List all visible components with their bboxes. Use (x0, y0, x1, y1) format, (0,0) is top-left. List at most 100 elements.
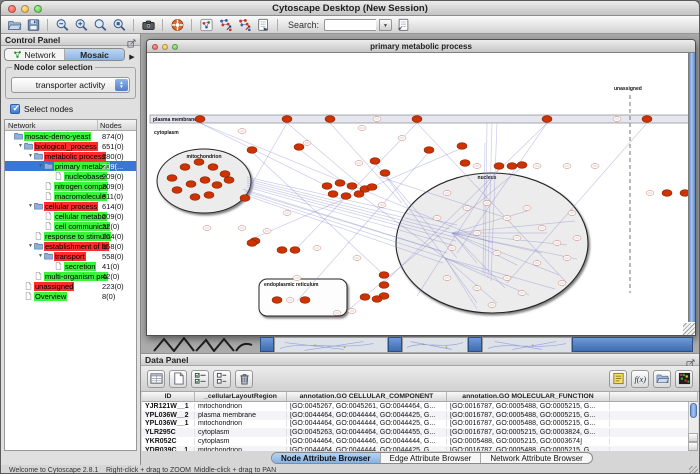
network-node[interactable] (322, 183, 332, 190)
network-node[interactable] (247, 147, 257, 154)
background-window-edge[interactable] (260, 337, 274, 352)
network-node[interactable] (372, 296, 382, 303)
network-node[interactable] (277, 247, 287, 254)
attribute-table-button[interactable] (147, 370, 165, 388)
network-node[interactable] (360, 294, 370, 301)
frame-network-icon[interactable] (198, 17, 214, 32)
background-window-titlebar[interactable] (572, 337, 693, 352)
zoom-window-icon[interactable] (172, 44, 178, 50)
app-titlebar[interactable]: Cytoscape Desktop (New Session) (1, 1, 699, 16)
network-node[interactable] (370, 158, 380, 165)
scroll-up-icon[interactable] (688, 433, 698, 442)
table-row[interactable]: YJR121W__1mitochondrion[GO:0045267, GO:0… (142, 402, 698, 411)
tree-row[interactable]: multi-organism pro42(0) (5, 271, 136, 281)
column-header[interactable]: ID (142, 392, 195, 401)
network-node[interactable] (172, 187, 182, 194)
label-list-button[interactable] (609, 370, 627, 388)
import-folder-button[interactable] (653, 370, 671, 388)
column-header[interactable]: annotation.GO CELLULAR_COMPONENT (287, 392, 447, 401)
zoom-fit-icon[interactable] (92, 17, 108, 32)
tree-row[interactable]: ▼primary metabol209(... (5, 161, 136, 171)
tab-node-attribute-browser[interactable]: Node Attribute Browser (272, 453, 381, 463)
column-header[interactable]: _cellularLayoutRegion (195, 392, 287, 401)
network-node[interactable] (494, 163, 504, 170)
network-node[interactable] (208, 164, 218, 171)
close-icon[interactable] (152, 44, 158, 50)
tab-mosaic[interactable]: Mosaic (65, 49, 124, 60)
network-node[interactable] (186, 181, 196, 188)
background-window-preview[interactable] (274, 337, 388, 352)
tree-row[interactable]: nitrogen compo209(0) (5, 181, 136, 191)
collapse-icon[interactable]: ▼ (17, 143, 24, 149)
network-node[interactable] (542, 116, 552, 123)
network-node[interactable] (507, 163, 517, 170)
network-node[interactable] (457, 143, 467, 150)
background-window-edge[interactable] (468, 337, 482, 352)
collapse-icon[interactable]: ▼ (37, 163, 44, 169)
node-color-dropdown[interactable]: transporter activity (11, 77, 130, 93)
network-node[interactable] (272, 297, 282, 304)
network-node[interactable] (240, 195, 250, 202)
network-node[interactable] (195, 116, 205, 123)
network-node[interactable] (379, 282, 389, 289)
import-table-icon[interactable] (395, 17, 411, 32)
scroll-down-icon[interactable] (688, 442, 698, 451)
tree-row[interactable]: macromolecule311(0) (5, 191, 136, 201)
network-node[interactable] (204, 192, 214, 199)
network-node[interactable] (341, 193, 351, 200)
edit-network-red-icon[interactable] (236, 17, 252, 32)
tree-header[interactable]: Network Nodes (5, 120, 136, 131)
tree-row[interactable]: ▼establishment of lo558(0) (5, 241, 136, 251)
network-node[interactable] (167, 175, 177, 182)
delete-attribute-button[interactable] (235, 370, 253, 388)
export-table-icon[interactable] (255, 17, 271, 32)
edit-network-blue-icon[interactable] (217, 17, 233, 32)
open-folder-icon[interactable] (6, 17, 22, 32)
zoom-out-icon[interactable] (54, 17, 70, 32)
table-row[interactable]: YKR052Ccytoplasm[GO:0044464, GO:0044446,… (142, 437, 698, 446)
close-icon[interactable] (8, 5, 16, 13)
help-ring-icon[interactable] (169, 17, 185, 32)
network-node[interactable] (290, 247, 300, 254)
zoom-window-icon[interactable] (34, 5, 42, 13)
zoom-selected-icon[interactable] (111, 17, 127, 32)
select-nodes-checkbox[interactable] (10, 104, 20, 114)
network-node[interactable] (460, 160, 470, 167)
collapse-icon[interactable]: ▼ (37, 253, 44, 259)
network-node[interactable] (517, 162, 527, 169)
new-attribute-button[interactable] (169, 370, 187, 388)
network-node[interactable] (200, 177, 210, 184)
network-node[interactable] (325, 116, 335, 123)
network-node[interactable] (190, 194, 200, 201)
collapse-icon[interactable]: ▼ (27, 243, 34, 249)
table-row[interactable]: YPL036W__2plasma membrane[GO:0044464, GO… (142, 411, 698, 420)
network-node[interactable] (662, 190, 672, 197)
search-input[interactable] (324, 19, 376, 31)
tree-row[interactable]: secretion41(0) (5, 261, 136, 271)
tree-row[interactable]: ▼cellular process614(0) (5, 201, 136, 211)
column-header[interactable]: annotation.GO MOLECULAR_FUNCTION (447, 392, 610, 401)
network-node[interactable] (224, 177, 234, 184)
network-node[interactable] (347, 183, 357, 190)
collapse-icon[interactable]: ▼ (27, 153, 34, 159)
more-tabs-icon[interactable] (127, 46, 137, 64)
network-node[interactable] (335, 180, 345, 187)
network-node[interactable] (354, 191, 364, 198)
tree-row[interactable]: nucleobase-209(0) (5, 171, 136, 181)
scrollbar-thumb[interactable] (690, 403, 697, 418)
float-panel-icon[interactable] (127, 35, 136, 44)
network-node[interactable] (367, 184, 377, 191)
network-vertical-scrollbar[interactable] (688, 53, 695, 322)
tab-network-attribute-browser[interactable]: Network Attribute Browser (481, 453, 591, 463)
table-row[interactable]: YLR295Ccytoplasm[GO:0045263, GO:0044464,… (142, 428, 698, 437)
network-window-resize-grip[interactable] (683, 323, 695, 335)
float-panel-icon[interactable] (686, 355, 695, 364)
background-window-edge[interactable] (388, 337, 402, 352)
tab-network[interactable]: Network (5, 49, 65, 60)
network-node[interactable] (247, 240, 257, 247)
function-builder-button[interactable]: f(x) (631, 370, 649, 388)
tab-edge-attribute-browser[interactable]: Edge Attribute Browser (381, 453, 482, 463)
save-icon[interactable] (25, 17, 41, 32)
tree-row[interactable]: Overview8(0) (5, 291, 136, 301)
network-window-titlebar[interactable]: primary metabolic process (147, 40, 695, 53)
